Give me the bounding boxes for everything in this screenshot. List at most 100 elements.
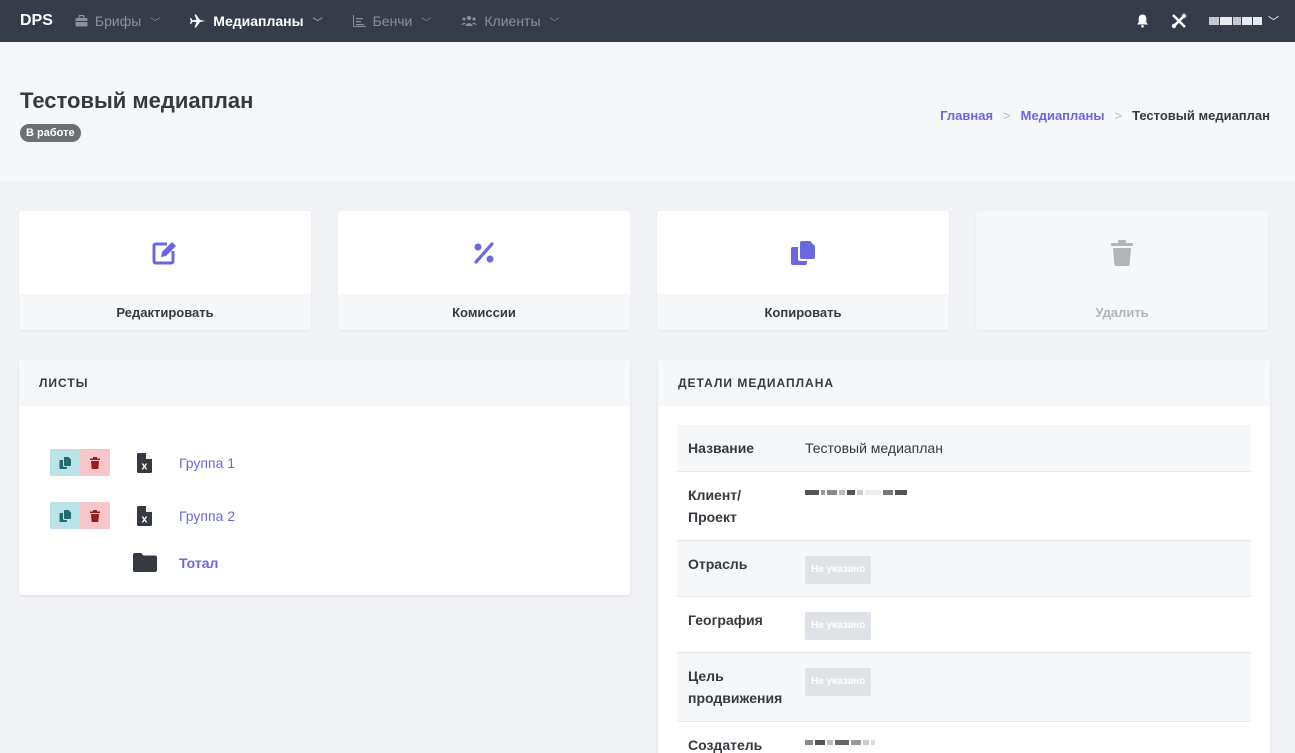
- folder-cell: [110, 553, 179, 572]
- action-cards: Редактировать Комиссии Копировать Удалит…: [0, 183, 1295, 330]
- avatar: [1209, 17, 1262, 25]
- action-icon-area: [338, 211, 630, 294]
- row-actions: [50, 502, 110, 529]
- action-icon-area: [19, 211, 311, 294]
- row-value: [805, 722, 1251, 753]
- row-key: Клиент/ Проект: [688, 487, 742, 525]
- briefcase-icon: [75, 15, 88, 27]
- row-key: Название: [688, 440, 755, 456]
- breadcrumb-separator-icon: >: [1003, 108, 1011, 123]
- tools-icon[interactable]: [1171, 13, 1187, 29]
- svg-text:X: X: [141, 515, 148, 524]
- trash-icon: [90, 456, 100, 469]
- nav-item-mediaplans[interactable]: Медиапланы ﹀: [190, 13, 323, 29]
- action-label: Редактировать: [19, 294, 311, 330]
- table-row: Отрасль Не указано: [677, 541, 1251, 597]
- top-navbar: DPS Брифы ﹀ Медиапланы ﹀ Бенчи ﹀ Клиенты…: [0, 0, 1295, 42]
- details-table: Название Тестовый медиаплан Клиент/ Прое…: [677, 425, 1251, 753]
- excel-file-icon: X: [137, 505, 152, 526]
- content-panels: ЛИСТЫ X Группа 1 X Группа 2 Тотал ДЕТАЛИ…: [0, 330, 1295, 753]
- chevron-down-icon: ﹀: [312, 17, 323, 29]
- list-item: X Группа 1: [50, 436, 630, 489]
- row-actions: [50, 449, 110, 476]
- nav-item-label: Клиенты: [484, 13, 541, 29]
- sheet-link[interactable]: Группа 1: [179, 455, 235, 471]
- edit-button[interactable]: Редактировать: [19, 211, 311, 330]
- bell-icon[interactable]: [1136, 14, 1149, 28]
- chevron-down-icon: ﹀: [150, 17, 161, 29]
- sheets-panel: ЛИСТЫ X Группа 1 X Группа 2 Тотал: [19, 360, 630, 595]
- not-specified-badge: Не указано: [805, 668, 872, 696]
- not-specified-badge: Не указано: [805, 612, 872, 640]
- nav-item-label: Бенчи: [372, 13, 413, 29]
- trash-icon: [90, 509, 100, 522]
- row-key: География: [688, 612, 763, 628]
- list-item: X Группа 2: [50, 489, 630, 542]
- row-value: Тестовый медиаплан: [805, 440, 943, 456]
- list-item: Тотал: [50, 542, 630, 589]
- sheet-link[interactable]: Группа 2: [179, 508, 235, 524]
- row-key: Создатель: [688, 737, 763, 753]
- table-row: Название Тестовый медиаплан: [677, 425, 1251, 472]
- status-badge: В работе: [20, 124, 81, 142]
- copy-button[interactable]: Копировать: [657, 211, 949, 330]
- copy-icon: [791, 240, 815, 265]
- not-specified-badge: Не указано: [805, 556, 872, 584]
- breadcrumb: Главная > Медиапланы > Тестовый медиапла…: [940, 108, 1270, 123]
- delete-sheet-button[interactable]: [80, 449, 110, 476]
- breadcrumb-home[interactable]: Главная: [940, 108, 993, 123]
- copy-icon: [59, 456, 71, 469]
- copy-sheet-button[interactable]: [50, 449, 80, 476]
- action-label: Комиссии: [338, 294, 630, 330]
- nav-item-clients[interactable]: Клиенты ﹀: [461, 13, 560, 29]
- percent-icon: [474, 241, 494, 264]
- row-value: Не указано: [805, 653, 1251, 721]
- copy-sheet-button[interactable]: [50, 502, 80, 529]
- row-key: Отрасль: [688, 556, 748, 572]
- brand-logo[interactable]: DPS: [20, 12, 53, 30]
- nav-item-briefs[interactable]: Брифы ﹀: [75, 13, 160, 29]
- folder-icon: [132, 553, 157, 572]
- users-icon: [461, 15, 478, 26]
- redacted-creator-value: [805, 740, 875, 745]
- file-cell: X: [110, 505, 179, 526]
- breadcrumb-section[interactable]: Медиапланы: [1021, 108, 1105, 123]
- row-key: Цель продвижения: [688, 668, 783, 706]
- chevron-down-icon: ﹀: [421, 17, 432, 29]
- trash-icon: [1111, 239, 1133, 266]
- action-label: Удалить: [976, 294, 1268, 330]
- breadcrumb-separator-icon: >: [1114, 108, 1123, 123]
- excel-file-icon: X: [137, 452, 152, 473]
- panel-title: ДЕТАЛИ МЕДИАПЛАНА: [658, 360, 1270, 406]
- details-panel: ДЕТАЛИ МЕДИАПЛАНА Название Тестовый меди…: [658, 360, 1270, 753]
- nav-item-label: Медиапланы: [213, 13, 304, 29]
- svg-text:X: X: [141, 462, 148, 471]
- copy-icon: [59, 509, 71, 522]
- nav-item-benches[interactable]: Бенчи ﹀: [352, 13, 432, 29]
- edit-icon: [152, 241, 176, 264]
- commissions-button[interactable]: Комиссии: [338, 211, 630, 330]
- delete-sheet-button[interactable]: [80, 502, 110, 529]
- delete-button[interactable]: Удалить: [976, 211, 1268, 330]
- user-menu[interactable]: ﹀: [1209, 13, 1279, 29]
- plane-icon: [190, 14, 206, 28]
- total-link[interactable]: Тотал: [179, 555, 218, 571]
- page-header: Тестовый медиаплан В работе Главная > Ме…: [0, 42, 1295, 183]
- nav-item-label: Брифы: [94, 13, 142, 29]
- table-row: Клиент/ Проект: [677, 472, 1251, 541]
- breadcrumb-current: Тестовый медиаплан: [1132, 108, 1270, 123]
- chart-icon: [352, 15, 366, 27]
- row-value: [805, 472, 1251, 540]
- panel-title: ЛИСТЫ: [19, 360, 630, 406]
- table-row: Цель продвижения Не указано: [677, 653, 1251, 722]
- redacted-client-value: [805, 490, 907, 495]
- action-icon-area: [976, 211, 1268, 294]
- sheet-list: X Группа 1 X Группа 2 Тотал: [19, 406, 630, 589]
- table-row: Создатель: [677, 722, 1251, 753]
- chevron-down-icon: ﹀: [1268, 16, 1279, 28]
- table-row: География Не указано: [677, 597, 1251, 653]
- chevron-down-icon: ﹀: [549, 17, 560, 29]
- file-cell: X: [110, 452, 179, 473]
- action-label: Копировать: [657, 294, 949, 330]
- action-icon-area: [657, 211, 949, 294]
